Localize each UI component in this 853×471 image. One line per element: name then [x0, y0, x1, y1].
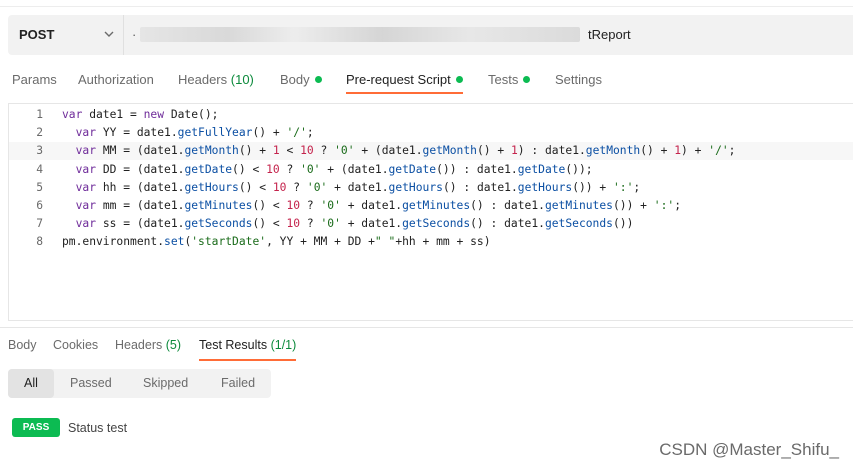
status-dot-icon [314, 76, 322, 83]
code-text: var DD = (date1.getDate() < 10 ? '0' + (… [75, 162, 593, 176]
line-number: 1 [36, 108, 43, 121]
url-input[interactable]: tReport [588, 27, 631, 42]
code-line[interactable]: 6 var mm = (date1.getMinutes() < 10 ? '0… [9, 197, 853, 215]
tab-settings[interactable]: Settings [555, 72, 602, 87]
request-tabs: Params Authorization Headers (10) Body P… [0, 62, 853, 96]
tab-label: Cookies [53, 338, 99, 352]
code-text: pm.environment.set('startDate', YY + MM … [62, 235, 491, 249]
line-number: 2 [36, 126, 43, 140]
tab-count: (5) [165, 338, 182, 352]
script-editor[interactable]: 1 var date1 = new Date(); 2 var YY = date1… [8, 103, 853, 321]
code-text: var date1 = new Date(); [62, 108, 219, 121]
result-filter: All Passed Skipped Failed [8, 369, 271, 398]
code-line[interactable]: 3 var MM = (date1.getMonth() + 1 < 10 ? … [9, 142, 853, 161]
tab-label: Body [280, 72, 310, 87]
pane-divider[interactable] [0, 327, 853, 328]
method-select[interactable]: POST [8, 15, 124, 55]
line-number: 8 [36, 235, 43, 249]
filter-skipped[interactable]: Skipped [143, 369, 188, 398]
chevron-down-icon [104, 31, 114, 37]
tab-label: Headers [178, 72, 228, 87]
pass-badge: PASS [12, 418, 60, 437]
line-number: 4 [36, 162, 43, 176]
tab-authorization[interactable]: Authorization [78, 72, 154, 87]
code-line[interactable]: 8 pm.environment.set('startDate', YY + MM… [9, 233, 853, 251]
tab-label: Settings [555, 72, 602, 87]
code-line[interactable]: 5 var hh = (date1.getHours() < 10 ? '0' … [9, 179, 853, 197]
code-text: var mm = (date1.getMinutes() < 10 ? '0' … [75, 199, 681, 212]
tab-label: Params [12, 72, 57, 87]
tab-pre-request-script[interactable]: Pre-request Script [346, 72, 463, 87]
tab-params[interactable]: Params [12, 72, 57, 87]
watermark: CSDN @Master_Shifu_ [659, 440, 839, 459]
tab-label: Pre-request Script [346, 72, 451, 87]
tab-response-headers[interactable]: Headers (5) [115, 338, 181, 352]
filter-passed[interactable]: Passed [70, 369, 112, 398]
tab-label: Tests [488, 72, 519, 87]
filter-failed[interactable]: Failed [221, 369, 255, 398]
tab-count: (1/1) [270, 338, 297, 352]
line-number: 5 [36, 180, 43, 194]
filter-all[interactable]: All [8, 369, 54, 398]
tab-label: Test Results [199, 338, 268, 352]
tab-tests[interactable]: Tests [488, 72, 531, 87]
code-text: var hh = (date1.getHours() < 10 ? '0' + … [75, 180, 641, 194]
line-number: 3 [36, 144, 43, 158]
tab-label: Authorization [78, 72, 154, 87]
code-text: var ss = (date1.getSeconds() < 10 ? '0' … [75, 217, 634, 231]
active-tab-indicator [346, 92, 463, 94]
line-number: 6 [36, 199, 43, 212]
active-tab-indicator [199, 359, 296, 361]
response-tabs: Body Cookies Headers (5) Test Results (1… [0, 331, 853, 361]
code-line[interactable]: 4 var DD = (date1.getDate() < 10 ? '0' +… [9, 161, 853, 179]
line-number: 7 [36, 217, 43, 231]
code-text: var YY = date1.getFullYear() + '/'; [75, 126, 314, 140]
tab-label: Headers [115, 338, 163, 352]
tab-test-results[interactable]: Test Results (1/1) [199, 338, 296, 352]
tab-response-body[interactable]: Body [8, 338, 37, 352]
url-prefix: · [132, 27, 137, 42]
tab-label: Body [8, 338, 37, 352]
code-line[interactable]: 1 var date1 = new Date(); [9, 106, 853, 124]
request-bar: POST · tReport [8, 15, 853, 55]
code-line[interactable]: 2 var YY = date1.getFullYear() + '/'; [9, 124, 853, 142]
top-border [0, 0, 853, 7]
code-text: var MM = (date1.getMonth() + 1 < 10 ? '0… [75, 144, 736, 158]
method-label: POST [19, 27, 55, 42]
tab-count: (10) [230, 72, 254, 87]
url-redacted [140, 27, 580, 42]
test-name: Status test [68, 421, 128, 435]
tab-body[interactable]: Body [280, 72, 322, 87]
status-dot-icon [523, 76, 531, 83]
tab-cookies[interactable]: Cookies [53, 338, 98, 352]
tab-headers[interactable]: Headers (10) [178, 72, 254, 87]
code-line[interactable]: 7 var ss = (date1.getSeconds() < 10 ? '0… [9, 215, 853, 233]
status-dot-icon [455, 76, 463, 83]
